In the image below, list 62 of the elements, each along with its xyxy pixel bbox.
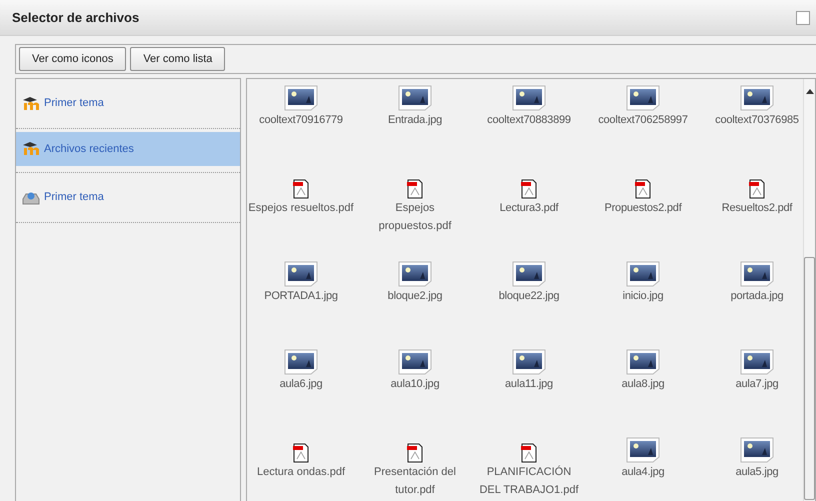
image-file-icon: [626, 85, 660, 111]
pdf-file-icon: [520, 443, 538, 463]
image-file-icon: [398, 261, 432, 287]
file-name[interactable]: Lectura3.pdf: [500, 199, 558, 217]
file-name[interactable]: portada.jpg: [730, 287, 784, 305]
moodle-logo-icon: [22, 96, 40, 110]
image-file-icon: [284, 85, 318, 111]
view-button[interactable]: Ver como iconos: [19, 47, 126, 71]
image-file-icon: [398, 85, 432, 111]
sidebar-item[interactable]: Archivos recientes: [16, 132, 240, 166]
file-name[interactable]: aula11.jpg: [505, 375, 553, 393]
file-name[interactable]: inicio.jpg: [622, 287, 664, 305]
file-name[interactable]: Resueltos2.pdf: [722, 199, 792, 217]
file-name[interactable]: bloque2.jpg: [388, 287, 442, 305]
file-name[interactable]: aula10.jpg: [390, 375, 440, 393]
file-name[interactable]: cooltext706258997: [598, 111, 688, 129]
file-name[interactable]: cooltext70376985: [715, 111, 799, 129]
file-name[interactable]: aula4.jpg: [622, 463, 664, 481]
file-name[interactable]: aula8.jpg: [622, 375, 664, 393]
view-button[interactable]: Ver como lista: [130, 47, 226, 71]
image-file-icon: [740, 261, 774, 287]
file-name[interactable]: Lectura ondas.pdf: [256, 463, 346, 481]
pdf-file-icon: [406, 179, 424, 199]
pdf-file-icon: [292, 443, 310, 463]
file-name[interactable]: Entrada.jpg: [388, 111, 442, 129]
sidebar-item[interactable]: Primer tema: [16, 173, 240, 223]
pdf-file-icon: [634, 179, 652, 199]
pdf-file-icon: [406, 443, 424, 463]
image-file-icon: [512, 85, 546, 111]
scroll-up-icon[interactable]: [805, 87, 815, 95]
file-name[interactable]: PLANIFICACIÓN DEL TRABAJO1.pdf: [475, 463, 583, 499]
sidebar-item[interactable]: Primer tema: [16, 79, 240, 129]
image-file-icon: [398, 349, 432, 375]
image-file-icon: [626, 437, 660, 463]
scrollbar[interactable]: [803, 79, 815, 501]
pdf-file-icon: [748, 179, 766, 199]
image-file-icon: [284, 261, 318, 287]
file-name[interactable]: cooltext70916779: [259, 111, 343, 129]
image-file-icon: [626, 261, 660, 287]
pdf-file-icon: [292, 179, 310, 199]
moodle-logo-icon: [22, 142, 40, 156]
file-name[interactable]: aula5.jpg: [736, 463, 778, 481]
image-file-icon: [512, 349, 546, 375]
drive-icon: [22, 190, 40, 204]
file-name[interactable]: Presentación del tutor.pdf: [361, 463, 469, 499]
pdf-file-icon: [520, 179, 538, 199]
file-name[interactable]: cooltext70883899: [487, 111, 571, 129]
file-name[interactable]: aula7.jpg: [736, 375, 778, 393]
image-file-icon: [740, 85, 774, 111]
file-name[interactable]: aula6.jpg: [280, 375, 322, 393]
image-file-icon: [284, 349, 318, 375]
scrollbar-thumb[interactable]: [804, 257, 815, 500]
file-name[interactable]: bloque22.jpg: [498, 287, 560, 305]
image-file-icon: [626, 349, 660, 375]
window-title: Selector de archivos: [12, 8, 140, 27]
image-file-icon: [512, 261, 546, 287]
image-file-icon: [740, 349, 774, 375]
file-name[interactable]: Propuestos2.pdf: [604, 199, 682, 217]
file-name[interactable]: Espejos resueltos.pdf: [248, 199, 354, 217]
file-name[interactable]: PORTADA1.jpg: [264, 287, 338, 305]
image-file-icon: [740, 437, 774, 463]
file-name[interactable]: Espejos propuestos.pdf: [361, 199, 469, 235]
